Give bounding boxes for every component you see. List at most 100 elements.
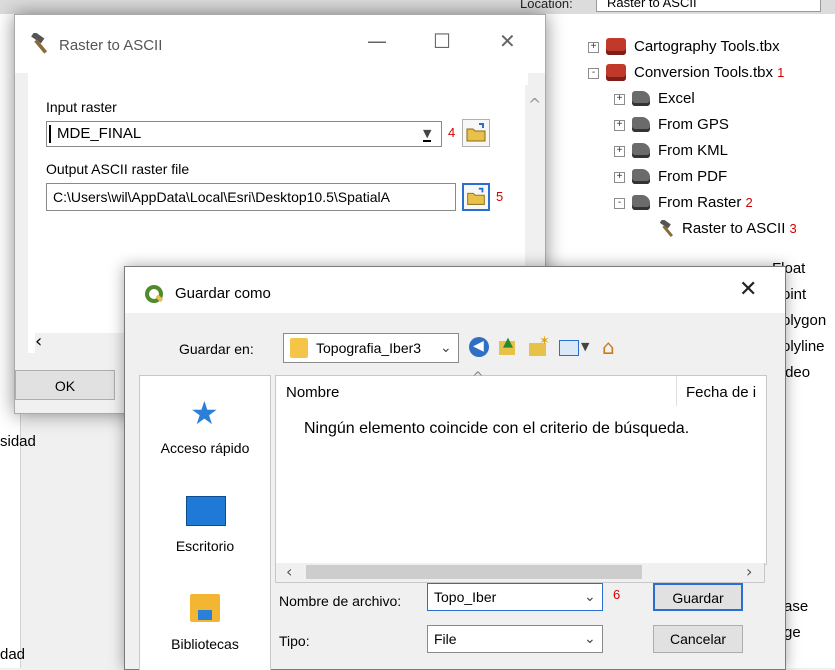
- annotation-number: 1: [777, 65, 785, 80]
- annotation-number: 2: [745, 195, 753, 210]
- place-label: Acceso rápido: [160, 440, 250, 456]
- tree-partial-item[interactable]: ge: [784, 622, 801, 644]
- open-folder-icon: [466, 123, 486, 142]
- horizontal-scrollbar[interactable]: ‹ ›: [275, 562, 765, 583]
- expand-icon[interactable]: +: [614, 94, 625, 105]
- filename-input[interactable]: Topo_Iber ⌄: [427, 583, 603, 611]
- view-menu-icon[interactable]: ▼: [559, 337, 593, 357]
- chevron-down-icon[interactable]: ⌄: [440, 339, 452, 356]
- output-file-label: Output ASCII raster file: [46, 161, 190, 177]
- column-header-name[interactable]: Nombre: [286, 384, 339, 401]
- guardar-como-dialog: Guardar como ✕ Guardar en: Topografia_Ib…: [124, 266, 786, 670]
- annotation-number: 6: [613, 587, 621, 602]
- tree-item-label: From Raster: [658, 194, 742, 211]
- place-label: Bibliotecas: [171, 636, 239, 652]
- expand-icon[interactable]: +: [614, 172, 625, 183]
- scroll-left-icon[interactable]: ‹: [286, 562, 292, 581]
- chevron-down-icon[interactable]: ⌄: [584, 630, 596, 647]
- dialog-titlebar: Raster to ASCII — ☐ ✕: [15, 15, 545, 73]
- guardar-button[interactable]: Guardar: [653, 583, 743, 611]
- expand-icon[interactable]: +: [614, 146, 625, 157]
- cancelar-button[interactable]: Cancelar: [653, 625, 743, 653]
- tree-item-label: Conversion Tools.tbx: [634, 64, 773, 81]
- column-divider: [676, 376, 677, 406]
- expand-icon[interactable]: +: [588, 42, 599, 53]
- tree-item-label: Excel: [658, 90, 695, 107]
- up-folder-icon[interactable]: ▲: [497, 335, 517, 357]
- file-list[interactable]: Nombre ^ Fecha de i Ningún elemento coin…: [275, 370, 767, 565]
- horizontal-scrollbar[interactable]: ‹: [35, 331, 135, 353]
- type-select[interactable]: File ⌄: [427, 625, 603, 653]
- toolset-icon: [632, 169, 650, 184]
- scroll-right-icon[interactable]: ›: [746, 562, 752, 581]
- scroll-left-icon[interactable]: ‹: [35, 331, 42, 352]
- tree-partial-item[interactable]: ase: [784, 596, 808, 618]
- annotation-number: 3: [789, 221, 797, 236]
- sort-indicator-icon: ^: [472, 370, 484, 386]
- expand-icon[interactable]: +: [614, 120, 625, 131]
- filename-label: Nombre de archivo:: [279, 593, 402, 609]
- browse-output-button[interactable]: [462, 183, 490, 211]
- folder-icon: [290, 338, 308, 358]
- input-raster-value: MDE_FINAL: [57, 125, 142, 142]
- hammer-icon: [31, 33, 48, 54]
- collapse-icon[interactable]: -: [588, 68, 599, 79]
- maximize-icon[interactable]: ☐: [433, 29, 451, 53]
- save-in-value: Topografia_Iber3: [316, 340, 422, 356]
- column-header-date[interactable]: Fecha de i: [686, 384, 756, 401]
- annotation-number: 4: [448, 125, 456, 140]
- back-icon[interactable]: ◀: [469, 337, 489, 357]
- dialog-titlebar: Guardar como ✕: [125, 267, 785, 313]
- save-in-select[interactable]: Topografia_Iber3 ⌄: [283, 333, 459, 363]
- minimize-icon[interactable]: —: [367, 29, 387, 53]
- filename-value: Topo_Iber: [434, 589, 497, 605]
- star-icon: ★: [190, 394, 219, 432]
- output-file-input[interactable]: C:\Users\wil\AppData\Local\Esri\Desktop1…: [46, 183, 456, 211]
- location-label: Location:: [520, 0, 573, 11]
- input-raster-label: Input raster: [46, 99, 117, 115]
- type-label: Tipo:: [279, 633, 310, 649]
- ok-button[interactable]: OK: [15, 370, 115, 400]
- dialog-title: Guardar como: [175, 285, 271, 302]
- home-icon[interactable]: ⌂: [601, 335, 623, 359]
- place-label: Escritorio: [175, 538, 235, 554]
- place-bibliotecas[interactable]: Bibliotecas: [140, 582, 270, 670]
- close-icon[interactable]: ✕: [739, 277, 757, 302]
- desktop-icon: [186, 496, 226, 526]
- place-escritorio[interactable]: Escritorio: [140, 486, 270, 576]
- browse-input-button[interactable]: [462, 119, 490, 147]
- toolbox-icon: [606, 64, 626, 81]
- dropdown-arrow-icon[interactable]: ▼: [423, 127, 432, 142]
- qgis-icon: [145, 285, 164, 303]
- place-acceso-rapido[interactable]: ★ Acceso rápido: [140, 388, 270, 478]
- left-partial-text-1: sidad: [0, 433, 36, 450]
- close-icon[interactable]: ✕: [499, 29, 516, 53]
- tree-item-label: From PDF: [658, 168, 728, 185]
- toolbox-icon: [606, 38, 626, 55]
- location-value: Raster to ASCII: [607, 0, 697, 10]
- save-in-label: Guardar en:: [179, 341, 254, 357]
- type-value: File: [434, 631, 457, 647]
- text-cursor: [49, 125, 51, 143]
- chevron-down-icon[interactable]: ⌄: [584, 588, 596, 605]
- places-panel: ★ Acceso rápido Escritorio Bibliotecas: [139, 375, 271, 670]
- tree-item-label: From KML: [658, 142, 729, 159]
- new-folder-icon[interactable]: ✶: [527, 334, 550, 357]
- toolset-icon: [632, 117, 650, 132]
- location-box[interactable]: Raster to ASCII: [596, 0, 821, 12]
- input-raster-select[interactable]: MDE_FINAL ▼: [46, 121, 442, 147]
- scroll-thumb[interactable]: [306, 565, 642, 579]
- empty-message: Ningún elemento coincide con el criterio…: [304, 420, 690, 437]
- dialog-title: Raster to ASCII: [59, 37, 163, 54]
- toolset-icon: [632, 195, 650, 210]
- tree-item-label: Raster to ASCII: [682, 220, 786, 237]
- annotation-number: 5: [496, 189, 504, 204]
- scroll-up-icon[interactable]: ^: [528, 95, 541, 114]
- tree-item-label: Cartography Tools.tbx: [634, 38, 780, 55]
- open-folder-icon: [467, 187, 485, 205]
- tree-item-label: From GPS: [658, 116, 729, 133]
- toolset-icon: [632, 91, 650, 106]
- collapse-icon[interactable]: -: [614, 198, 625, 209]
- left-partial-text-2: dad: [0, 646, 26, 663]
- hammer-icon: [659, 220, 674, 238]
